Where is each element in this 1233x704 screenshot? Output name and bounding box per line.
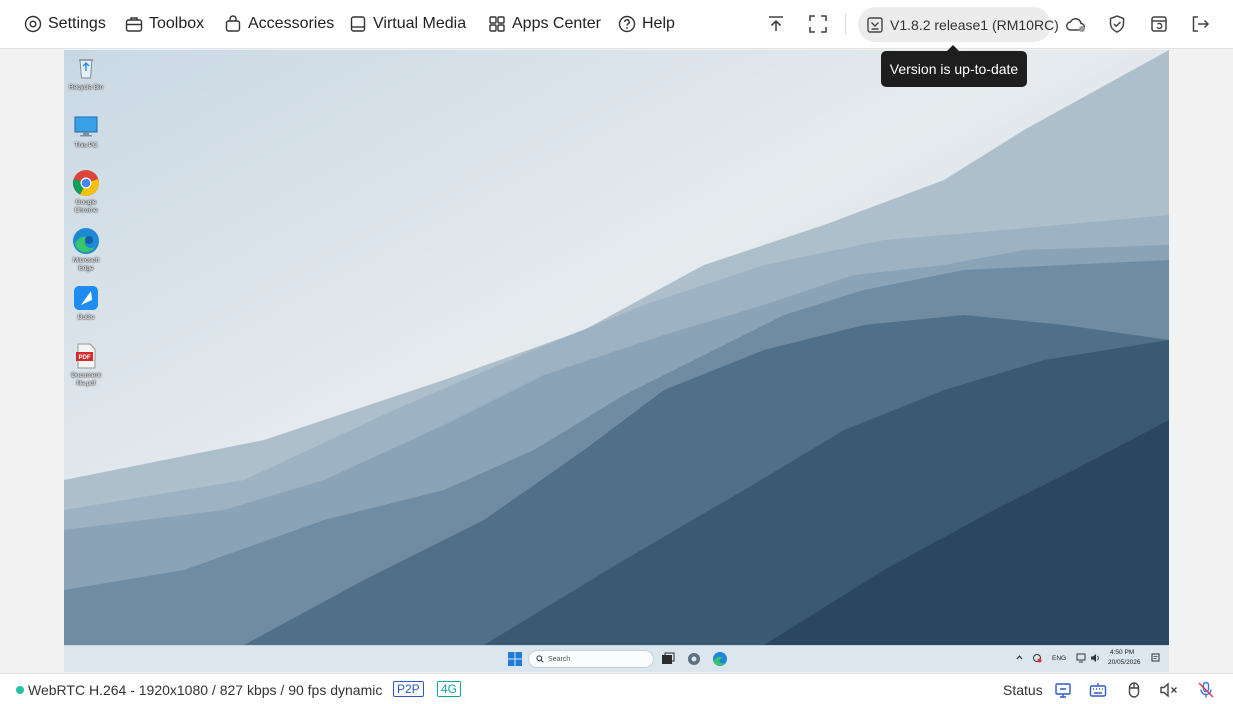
- tray-time[interactable]: 4:50 PM: [1110, 649, 1134, 656]
- search-placeholder: Search: [548, 655, 571, 663]
- tray-security-icon[interactable]: [1032, 653, 1042, 663]
- upload-icon[interactable]: [765, 13, 787, 35]
- chrome-icon: [72, 169, 100, 197]
- task-view-icon[interactable]: [660, 651, 676, 667]
- windows-start-icon[interactable]: [507, 651, 523, 667]
- microphone-muted-icon[interactable]: [1196, 680, 1216, 700]
- monitor-icon: [72, 112, 100, 140]
- help-icon: [618, 15, 636, 33]
- apps-grid-icon: [488, 15, 506, 33]
- connection-status-dot: [16, 686, 24, 694]
- svg-text:PDF: PDF: [79, 355, 91, 361]
- accessories-menu[interactable]: Accessories: [224, 12, 334, 36]
- apps-center-menu[interactable]: Apps Center: [488, 12, 601, 36]
- desktop-icon-label: This PC: [74, 142, 98, 149]
- shield-check-icon[interactable]: [1106, 13, 1128, 35]
- keyboard-icon[interactable]: [1088, 680, 1108, 700]
- desktop-icon-label: Document file.pdf: [71, 372, 101, 387]
- bag-icon: [224, 15, 242, 33]
- version-check-icon: [866, 16, 884, 34]
- search-icon: [536, 655, 544, 663]
- pdf-icon: PDF: [72, 342, 100, 370]
- remote-desktop-screen[interactable]: Recycle Bin This PC Google Chrome Micros…: [64, 50, 1169, 672]
- disk-icon: [349, 15, 367, 33]
- speaker-muted-icon[interactable]: [1159, 680, 1179, 700]
- version-label: V1.8.2 release1 (RM10RC): [890, 16, 1059, 33]
- edge-icon: [72, 227, 100, 255]
- desktop-icon-label: Recycle Bin: [68, 84, 104, 91]
- toolbox-menu[interactable]: Toolbox: [125, 12, 204, 36]
- desktop-icon-edge[interactable]: Microsoft Edge: [66, 227, 106, 272]
- fullscreen-icon[interactable]: [807, 13, 829, 35]
- help-menu[interactable]: Help: [618, 12, 675, 36]
- status-button[interactable]: Status: [1003, 682, 1043, 698]
- cloud-icon[interactable]: [1065, 13, 1087, 35]
- restart-icon[interactable]: [1148, 13, 1170, 35]
- desktop-icon-label: Microsoft Edge: [72, 257, 100, 272]
- mouse-icon[interactable]: [1124, 680, 1144, 700]
- help-label: Help: [642, 15, 675, 32]
- tray-volume-icon[interactable]: [1090, 653, 1101, 663]
- p2p-badge: P2P: [393, 681, 424, 697]
- top-menu-bar: Settings Toolbox Accessories Virtual Med…: [0, 0, 1233, 49]
- settings-label: Settings: [48, 15, 106, 32]
- settings-menu[interactable]: Settings: [24, 12, 106, 36]
- apps-center-label: Apps Center: [512, 15, 601, 32]
- tray-network-icon[interactable]: [1076, 653, 1087, 663]
- logout-icon[interactable]: [1189, 13, 1211, 35]
- recycle-bin-icon: [72, 54, 100, 82]
- toolbox-icon: [125, 15, 143, 33]
- feather-app-icon: [72, 284, 100, 312]
- desktop-icon-recycle-bin[interactable]: Recycle Bin: [66, 54, 106, 92]
- tray-language[interactable]: ENG: [1052, 655, 1066, 662]
- mountain-wallpaper: [64, 50, 1169, 645]
- tray-chevron-icon[interactable]: [1016, 654, 1023, 661]
- settings-app-icon[interactable]: [686, 651, 702, 667]
- gear-icon: [24, 15, 42, 33]
- taskbar-search[interactable]: Search: [528, 650, 654, 668]
- desktop-icon-label: Google Chrome: [74, 199, 98, 214]
- virtual-media-menu[interactable]: Virtual Media: [349, 12, 466, 36]
- toolbar-divider: [845, 14, 846, 34]
- desktop-icon-chrome[interactable]: Google Chrome: [66, 169, 106, 214]
- edge-taskbar-icon[interactable]: [712, 651, 728, 667]
- tray-date[interactable]: 20/05/2026: [1108, 659, 1141, 666]
- accessories-label: Accessories: [248, 15, 335, 32]
- desktop-icon-pdf[interactable]: PDF Document file.pdf: [66, 342, 106, 387]
- version-button[interactable]: V1.8.2 release1 (RM10RC): [858, 7, 1059, 42]
- stream-info: WebRTC H.264 - 1920x1080 / 827 kbps / 90…: [28, 682, 383, 698]
- tray-notification-icon[interactable]: [1151, 653, 1160, 662]
- toolbox-label: Toolbox: [149, 15, 205, 32]
- desktop-icon-dodo[interactable]: DoDo: [66, 284, 106, 322]
- status-bar: WebRTC H.264 - 1920x1080 / 827 kbps / 90…: [0, 673, 1233, 704]
- network-badge: 4G: [437, 681, 462, 697]
- desktop-icon-this-pc[interactable]: This PC: [66, 112, 106, 150]
- desktop-icon-label: DoDo: [77, 314, 95, 321]
- monitor-settings-icon[interactable]: [1053, 680, 1073, 700]
- version-tooltip: Version is up-to-date: [881, 45, 1027, 87]
- virtual-media-label: Virtual Media: [373, 15, 467, 32]
- windows-taskbar: Search ENG 4:50 PM 20/05/2026: [64, 645, 1169, 672]
